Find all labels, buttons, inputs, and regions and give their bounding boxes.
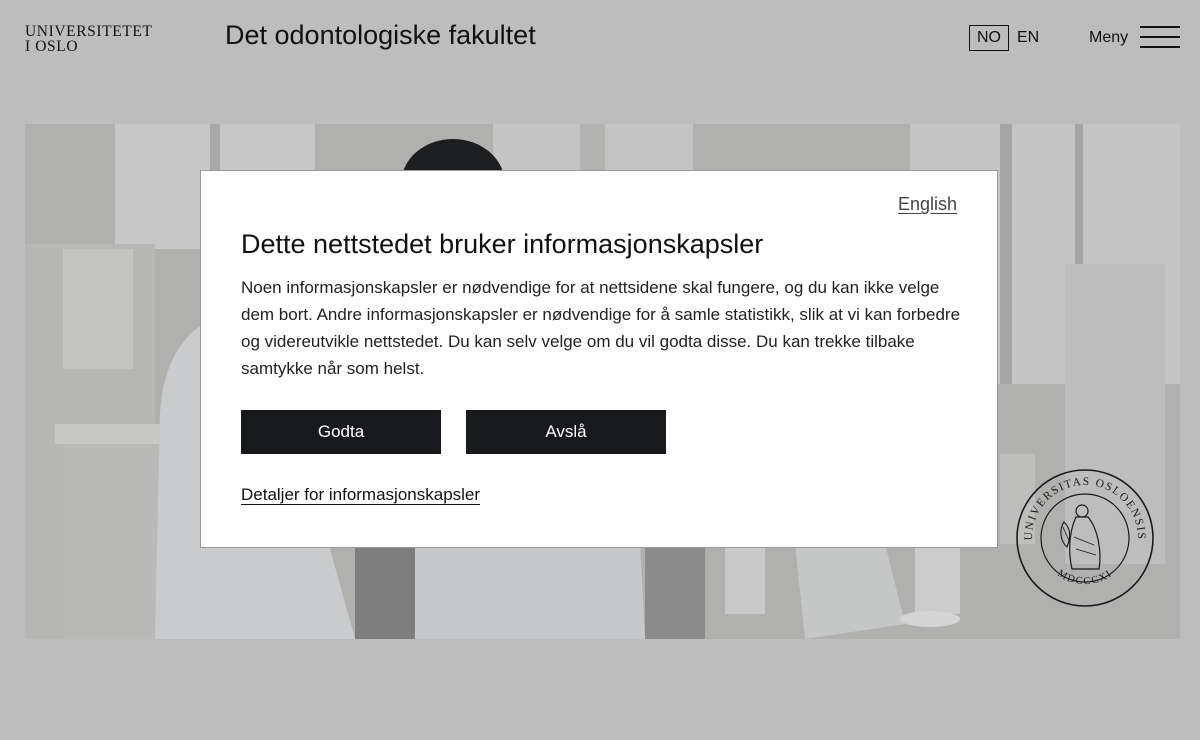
dialog-title: Dette nettstedet bruker informasjonskaps… bbox=[241, 229, 764, 259]
svg-text:MDCCCXI: MDCCCXI bbox=[1056, 568, 1115, 587]
language-en-button[interactable]: EN bbox=[1017, 25, 1039, 51]
logo-line-2: I OSLO bbox=[25, 38, 79, 55]
cookie-details-link[interactable]: Detaljer for informasjonskapsler bbox=[241, 485, 480, 505]
dialog-body-text: Noen informasjonskapsler er nødvendige f… bbox=[241, 278, 961, 378]
hamburger-menu-icon[interactable] bbox=[1140, 26, 1180, 48]
accept-cookies-button[interactable]: Godta bbox=[241, 410, 441, 454]
university-seal: UNIVERSITAS OSLOENSIS MDCCCXI bbox=[1014, 467, 1156, 609]
language-no-button[interactable]: NO bbox=[969, 25, 1009, 51]
faculty-title[interactable]: Det odontologiske fakultet bbox=[225, 20, 536, 51]
decline-cookies-button[interactable]: Avslå bbox=[466, 410, 666, 454]
menu-button-label[interactable]: Meny bbox=[1089, 25, 1128, 51]
seal-text-bottom: MDCCCXI bbox=[1056, 568, 1114, 587]
logo-line-1: UNIVERSITETET bbox=[25, 23, 153, 40]
english-language-link[interactable]: English bbox=[898, 194, 957, 215]
university-logo[interactable]: UNIVERSITETET I OSLO bbox=[25, 23, 153, 55]
cookie-consent-dialog: English Dette nettstedet bruker informas… bbox=[200, 170, 998, 548]
site-header: UNIVERSITETET I OSLO Det odontologiske f… bbox=[0, 0, 1200, 80]
